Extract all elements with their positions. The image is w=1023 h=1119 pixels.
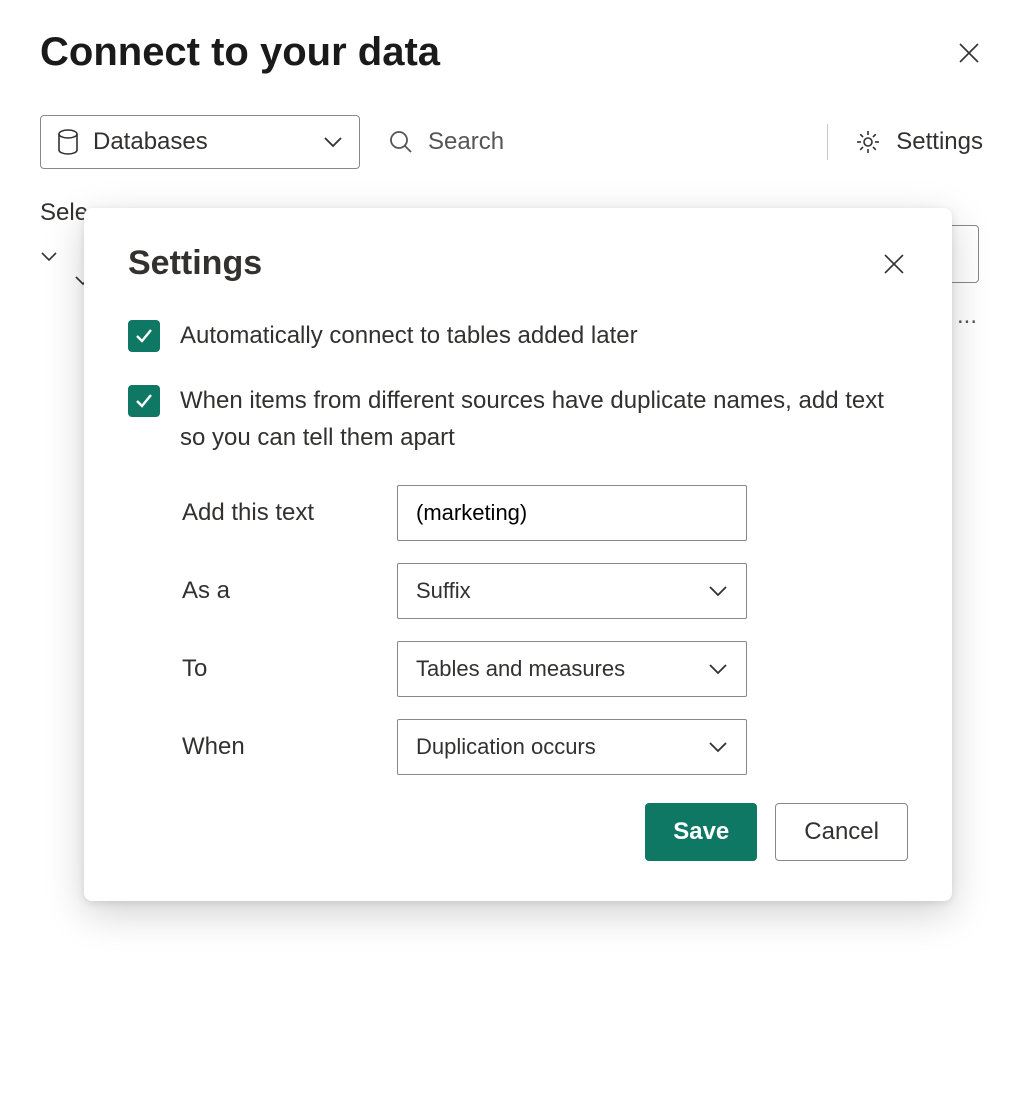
modal-cancel-button[interactable]: Cancel: [775, 803, 908, 861]
search-input[interactable]: Search: [380, 128, 801, 156]
settings-button-label: Settings: [896, 128, 983, 156]
to-select[interactable]: Tables and measures: [397, 641, 747, 697]
divider: [827, 124, 828, 160]
to-label: To: [182, 655, 397, 683]
chevron-down-icon: [708, 663, 728, 675]
source-select-label: Databases: [93, 128, 208, 156]
when-value: Duplication occurs: [416, 734, 596, 760]
chevron-down-icon: [708, 585, 728, 597]
close-icon: [958, 42, 980, 64]
dialog-close-button[interactable]: [880, 250, 908, 278]
source-select[interactable]: Databases: [40, 115, 360, 169]
when-select[interactable]: Duplication occurs: [397, 719, 747, 775]
search-placeholder: Search: [428, 128, 504, 156]
close-icon: [883, 253, 905, 275]
settings-button[interactable]: Settings: [854, 128, 983, 156]
gear-icon: [854, 128, 882, 156]
database-icon: [57, 129, 79, 155]
settings-dialog: Settings Automatically connect to tables…: [84, 208, 952, 901]
add-text-input[interactable]: [397, 485, 747, 541]
close-button[interactable]: [955, 39, 983, 67]
more-menu[interactable]: ...: [957, 302, 977, 330]
auto-connect-checkbox[interactable]: [128, 320, 160, 352]
as-a-label: As a: [182, 577, 397, 605]
as-a-value: Suffix: [416, 578, 471, 604]
chevron-down-icon: [40, 251, 58, 263]
dialog-title: Settings: [128, 244, 262, 283]
search-icon: [388, 129, 414, 155]
chevron-down-icon: [708, 741, 728, 753]
duplicate-names-label: When items from different sources have d…: [180, 382, 908, 456]
check-icon: [134, 326, 154, 346]
to-value: Tables and measures: [416, 656, 625, 682]
as-a-select[interactable]: Suffix: [397, 563, 747, 619]
save-button[interactable]: Save: [645, 803, 757, 861]
page-title: Connect to your data: [40, 30, 440, 75]
auto-connect-label: Automatically connect to tables added la…: [180, 317, 638, 354]
duplicate-names-checkbox[interactable]: [128, 385, 160, 417]
chevron-down-icon: [323, 136, 343, 148]
when-label: When: [182, 733, 397, 761]
add-text-label: Add this text: [182, 499, 397, 527]
check-icon: [134, 391, 154, 411]
